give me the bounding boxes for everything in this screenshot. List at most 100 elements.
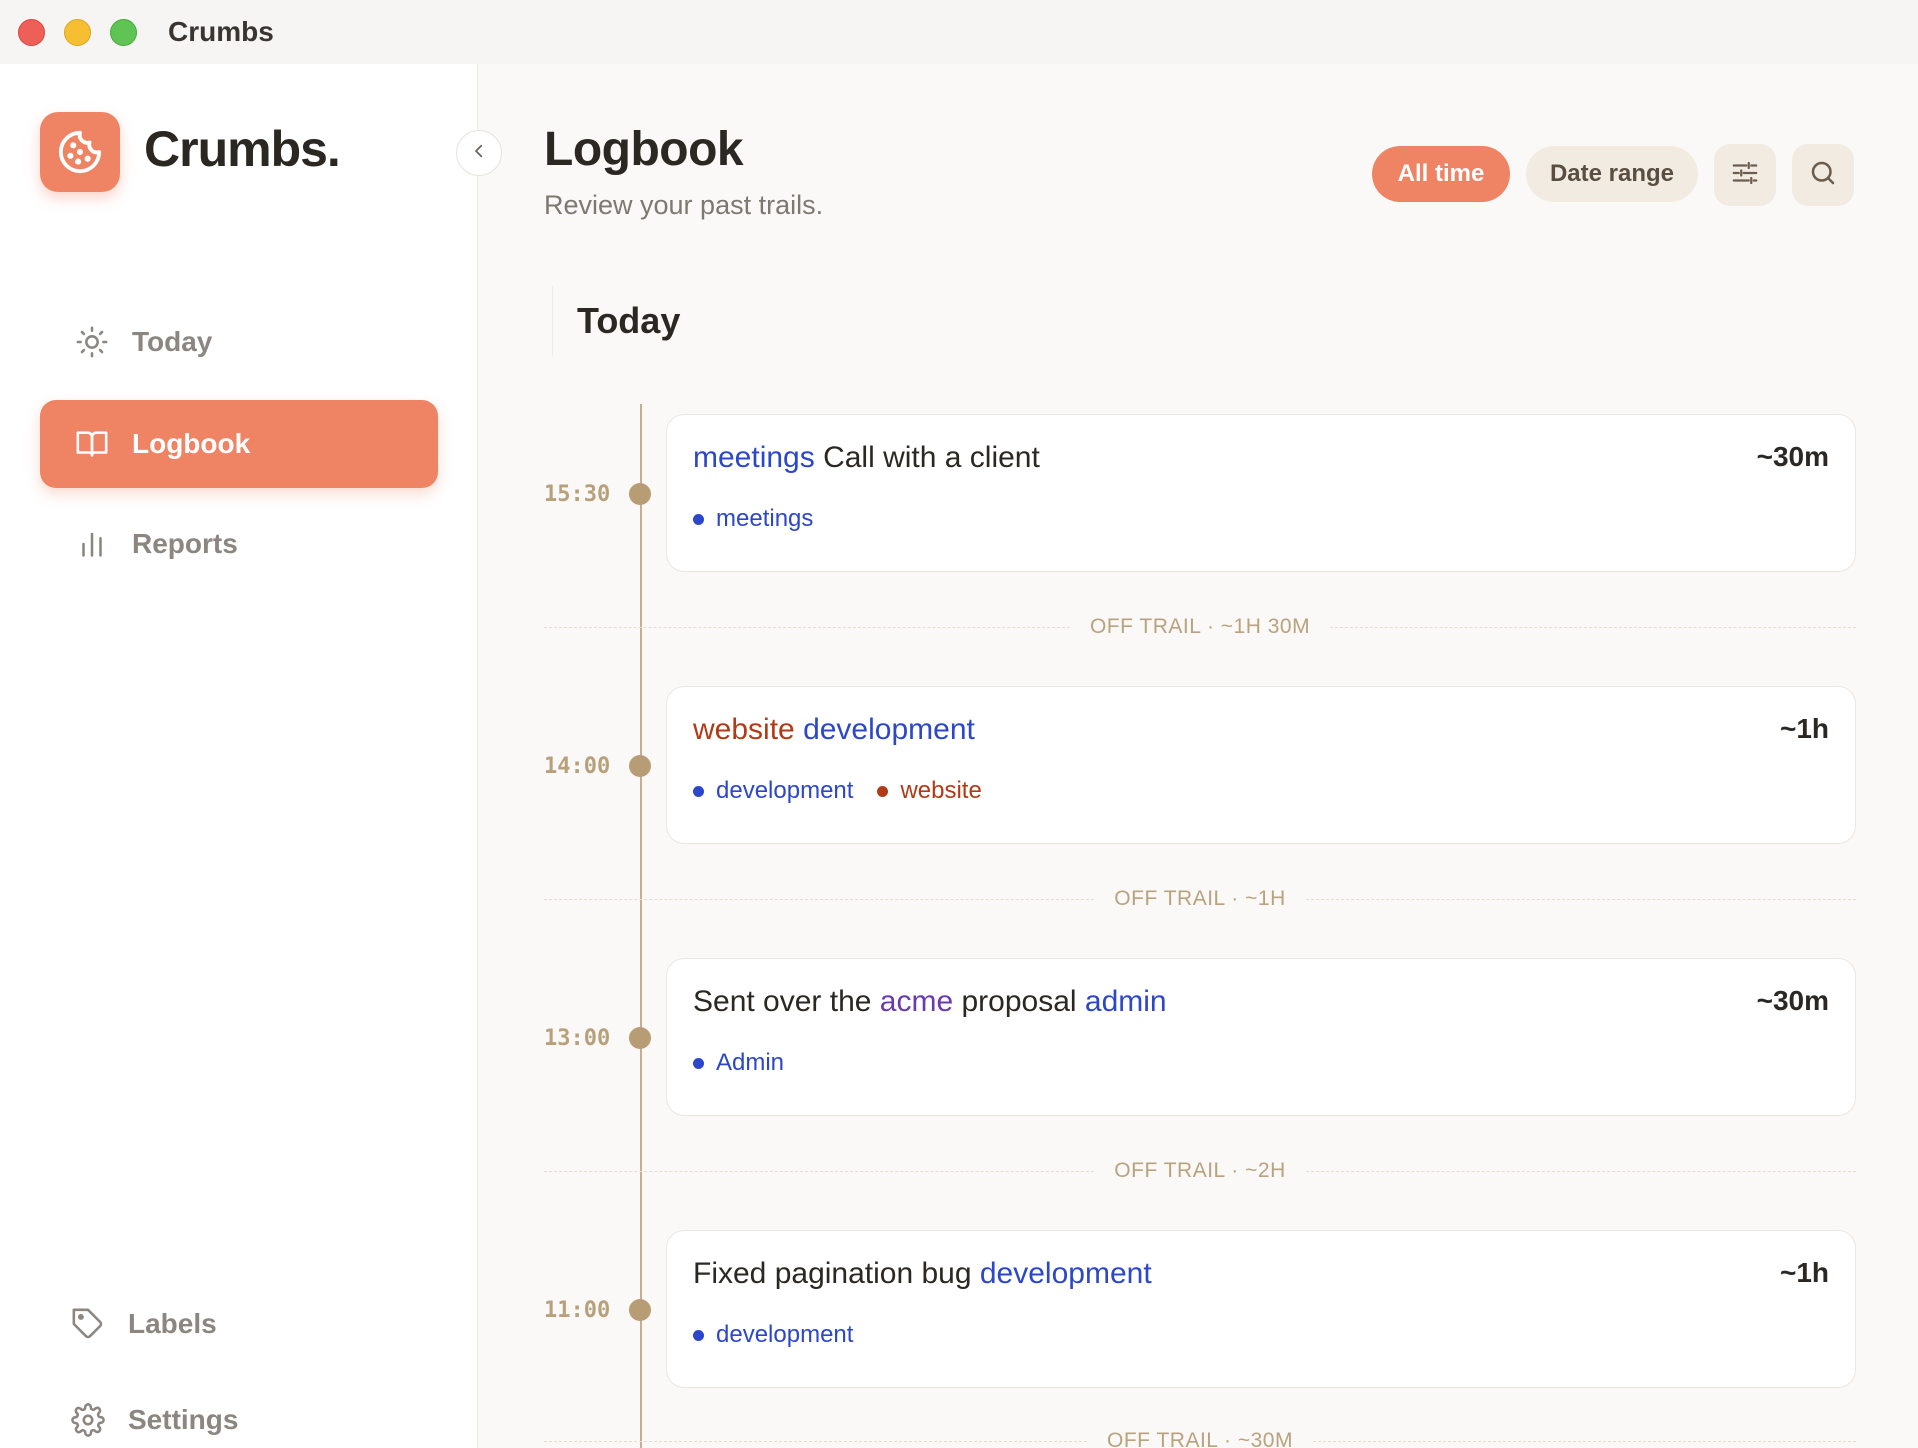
sun-icon [72, 322, 112, 362]
tag-bullet [693, 1329, 704, 1341]
date-range-filter-button[interactable]: Date range [1526, 146, 1698, 202]
tag-bullet [693, 1057, 704, 1069]
window-title: Crumbs [168, 16, 274, 47]
log-entry-card[interactable]: Sent over the acme proposal admin ~30m A… [666, 958, 1856, 1116]
entry-title: website development [693, 713, 975, 747]
entry-title: Fixed pagination bug development [693, 1257, 1152, 1291]
divider [1305, 898, 1857, 900]
entry-duration: ~30m [1756, 985, 1829, 1016]
tag-bullet [693, 785, 704, 797]
sidebar-item-label: Labels [128, 1308, 217, 1339]
entry-title: Sent over the acme proposal admin [693, 985, 1167, 1019]
title-bar: Crumbs [0, 0, 1918, 64]
entry-duration: ~1h [1779, 713, 1829, 744]
off-trail-gap: OFF TRAIL · ~30M [544, 1426, 1856, 1448]
divider [544, 1170, 1095, 1172]
timeline-dot [629, 1299, 651, 1321]
entry-title-part: Fixed pagination bug [693, 1257, 980, 1290]
all-time-filter-button[interactable]: All time [1372, 146, 1510, 202]
entry-title-part: development [979, 1257, 1152, 1290]
tag-chip[interactable]: website [877, 777, 982, 805]
entry-title-part: website [693, 713, 795, 746]
tag-chip[interactable]: meetings [693, 505, 813, 533]
entry-time: 15:30 [544, 482, 611, 507]
sidebar: Crumbs. Today Logbook Reports Labels Set… [0, 64, 478, 1448]
entry-title-part: acme [879, 985, 954, 1018]
entry-tags: Admin [693, 1049, 784, 1077]
divider [544, 626, 1070, 628]
entry-tags: development [693, 1321, 853, 1349]
tag-chip[interactable]: Admin [693, 1049, 784, 1077]
tag-bullet [877, 785, 889, 797]
divider [1305, 1170, 1857, 1172]
divider [1330, 626, 1857, 628]
section-title-today: Today [552, 286, 732, 356]
timeline-dot [629, 483, 651, 505]
entry-title-part: proposal [953, 985, 1085, 1018]
tag-label: Admin [716, 1049, 785, 1076]
bar-chart-icon [72, 524, 112, 564]
minimize-window-button[interactable] [64, 19, 91, 46]
off-trail-gap: OFF TRAIL · ~2H [544, 1156, 1857, 1186]
tag-label: development [716, 1321, 854, 1348]
entry-title-part: development [803, 713, 975, 746]
entry-tags: meetings [693, 505, 813, 533]
search-button[interactable] [1792, 144, 1854, 206]
log-entry-card[interactable]: Fixed pagination bug development ~1h dev… [666, 1230, 1856, 1388]
page-title: Logbook [544, 123, 744, 176]
entry-title-part: admin [1084, 985, 1167, 1018]
tag-label: website [900, 777, 982, 804]
sidebar-item-label: Reports [132, 528, 238, 559]
entry-time: 14:00 [544, 754, 611, 779]
zoom-window-button[interactable] [110, 19, 137, 46]
entry-time: 11:00 [544, 1298, 611, 1323]
collapse-sidebar-button[interactable] [456, 130, 502, 176]
off-trail-label: OFF TRAIL · ~1H 30M [1089, 615, 1311, 638]
tag-label: development [716, 777, 854, 804]
entry-title-part: Call with a client [814, 441, 1040, 474]
timeline-line [640, 404, 642, 1448]
entry-duration: ~1h [1779, 1257, 1829, 1288]
entry-title-part [795, 713, 803, 746]
sidebar-item-label: Logbook [132, 428, 251, 459]
tag-bullet [693, 513, 704, 525]
book-icon [72, 424, 112, 464]
divider [1312, 1440, 1856, 1442]
tag-label: meetings [716, 505, 814, 532]
off-trail-label: OFF TRAIL · ~1H [1114, 887, 1286, 910]
sidebar-item-today[interactable]: Today [40, 298, 438, 386]
sidebar-item-reports[interactable]: Reports [40, 500, 438, 588]
entry-tags: development website [693, 777, 982, 805]
sidebar-item-label: Settings [128, 1404, 239, 1435]
sidebar-item-label: Today [132, 326, 213, 357]
timeline-dot [629, 1027, 651, 1049]
page-subtitle: Review your past trails. [544, 190, 824, 220]
sidebar-item-labels[interactable]: Labels [40, 1280, 438, 1368]
sidebar-item-logbook[interactable]: Logbook [40, 400, 438, 488]
gear-icon [68, 1400, 108, 1440]
sliders-icon [1730, 158, 1760, 193]
tag-chip[interactable]: development [693, 777, 853, 805]
off-trail-gap: OFF TRAIL · ~1H 30M [544, 612, 1857, 642]
search-icon [1808, 158, 1838, 193]
close-window-button[interactable] [18, 19, 45, 46]
off-trail-label: OFF TRAIL · ~2H [1114, 1159, 1286, 1182]
filter-settings-button[interactable] [1714, 144, 1776, 206]
log-entry-card[interactable]: website development ~1h development webs… [666, 686, 1856, 844]
entry-title-part: meetings [693, 441, 815, 474]
cookie-logo-icon [40, 112, 120, 192]
off-trail-label: OFF TRAIL · ~30M [1107, 1429, 1293, 1448]
sidebar-item-settings[interactable]: Settings [40, 1376, 438, 1448]
entry-time: 13:00 [544, 1026, 611, 1051]
off-trail-gap: OFF TRAIL · ~1H [544, 884, 1857, 914]
tag-icon [68, 1304, 108, 1344]
entry-title: meetings Call with a client [693, 441, 1040, 475]
timeline-dot [629, 755, 651, 777]
brand-name: Crumbs. [144, 121, 341, 177]
log-entry-card[interactable]: meetings Call with a client ~30m meeting… [666, 414, 1856, 572]
entry-duration: ~30m [1756, 441, 1829, 472]
divider [544, 898, 1095, 900]
divider [544, 1440, 1088, 1442]
chevron-left-icon [470, 142, 488, 165]
tag-chip[interactable]: development [693, 1321, 853, 1349]
